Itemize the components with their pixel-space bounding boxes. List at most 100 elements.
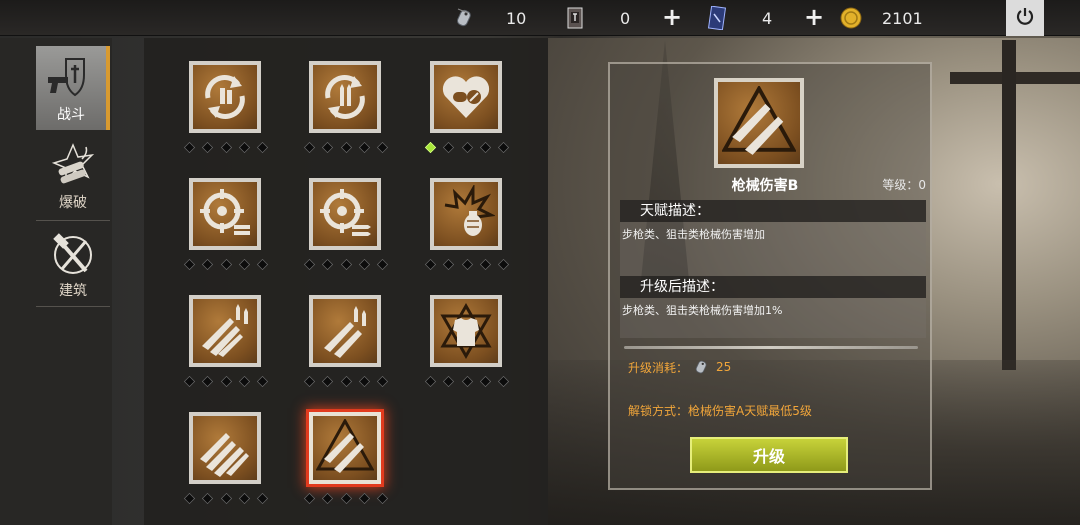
pistol-shield-icon [44, 54, 98, 104]
level-pip [220, 375, 232, 388]
talent-crosshair-rifle[interactable] [309, 178, 381, 250]
unlock-requirement: 解锁方式：枪械伤害A天赋最低5级 [628, 404, 812, 418]
level-pip [443, 375, 455, 388]
level-pip [322, 375, 334, 388]
talent-reload-rifle[interactable] [309, 61, 381, 133]
talent-level-dots [303, 492, 389, 505]
coin-count: 2101 [882, 8, 923, 28]
level-pip [183, 492, 196, 505]
detail-talent-icon-frame [714, 78, 804, 168]
tab-demolition[interactable]: 爆破 [36, 134, 110, 218]
tab-combat-label: 战斗 [57, 107, 85, 123]
level-pip [303, 258, 316, 271]
tab-building-label: 建筑 [59, 283, 87, 299]
resource-bar: 10 0 + 4 + 2101 [0, 0, 1080, 36]
level-pip [202, 492, 214, 505]
ticket-count: 0 [620, 8, 631, 28]
ticket-icon [564, 6, 586, 30]
talent-medkit[interactable] [430, 61, 502, 133]
level-pip [358, 258, 370, 271]
level-pip [358, 375, 370, 388]
talent-crosshair-pistol[interactable] [189, 178, 261, 250]
level-pip [461, 141, 473, 154]
level-pip [376, 375, 389, 388]
level-pip [497, 375, 510, 388]
upgrade-description-heading: 升级后描述： [620, 276, 926, 298]
description-heading: 天赋描述： [620, 200, 926, 222]
talent-rifles-damage[interactable] [309, 295, 381, 367]
level-pip [340, 258, 352, 271]
level-pip [340, 375, 352, 388]
tab-building[interactable]: 建筑 [36, 222, 110, 306]
level-pip [424, 141, 437, 154]
dog-tag-count: 10 [506, 8, 527, 28]
level-pip [461, 258, 473, 271]
level-pip [479, 375, 491, 388]
level-pip [497, 258, 510, 271]
level-pip [358, 141, 370, 154]
weapons-damage-b-icon [313, 416, 377, 480]
talent-level-dots [183, 375, 269, 388]
ticket-resource: 0 [564, 6, 630, 30]
tab-divider [36, 220, 110, 221]
power-button[interactable] [1006, 0, 1044, 36]
level-pip [479, 141, 491, 154]
talent-level-dots [303, 141, 389, 154]
dog-tag-icon [692, 357, 712, 377]
level-pip [202, 375, 214, 388]
upgrade-cost-label: 升级消耗： [628, 360, 689, 375]
level-pip [202, 141, 214, 154]
level-pip [183, 258, 196, 271]
weapons-damage-a-icon [193, 299, 257, 363]
level-pip [256, 258, 269, 271]
divider [624, 346, 918, 349]
crosshair-rifle-ammo-icon [313, 182, 377, 246]
upgrade-button[interactable]: 升级 [690, 437, 848, 473]
level-pip [340, 141, 352, 154]
level-pip [358, 492, 370, 505]
level-pip [443, 141, 455, 154]
power-icon [1015, 6, 1035, 30]
coin-resource: 2101 [840, 6, 923, 30]
add-tickets-button[interactable]: + [662, 4, 682, 30]
tab-combat[interactable]: 战斗 [36, 46, 110, 130]
level-pip [376, 258, 389, 271]
level-pip [238, 141, 250, 154]
add-cards-button[interactable]: + [804, 4, 824, 30]
talent-weapons-damage-c[interactable] [189, 412, 261, 484]
level-pip [303, 492, 316, 505]
level-pip [497, 141, 510, 154]
level-pip [322, 258, 334, 271]
talent-grenade[interactable] [430, 178, 502, 250]
level-pip [256, 375, 269, 388]
talent-level-dots [424, 375, 510, 388]
description-text: 步枪类、狙击类枪械伤害增加 [620, 222, 926, 276]
dynamite-icon [46, 142, 100, 192]
card-icon [706, 6, 728, 30]
level-pip [424, 375, 437, 388]
talent-body-armor[interactable] [430, 295, 502, 367]
level-pip [238, 375, 250, 388]
level-pip [220, 258, 232, 271]
medkit-heart-icon [434, 65, 498, 129]
talent-level-dots [183, 141, 269, 154]
crosshair-pistol-ammo-icon [193, 182, 257, 246]
talent-reload-pistol[interactable] [189, 61, 261, 133]
tab-divider [36, 306, 110, 307]
gold-coin-icon [840, 6, 862, 30]
rifles-damage-icon [313, 299, 377, 363]
dog-tag-icon [454, 6, 476, 30]
talent-weapons-damage-a[interactable] [189, 295, 261, 367]
background-pole [1002, 40, 1016, 370]
talent-level-dots [424, 141, 510, 154]
level-pip [202, 258, 214, 271]
level-pip [238, 258, 250, 271]
level-pip [303, 141, 316, 154]
level-pip [479, 258, 491, 271]
upgrade-cost-value: 25 [716, 360, 732, 374]
talent-level-dots [424, 258, 510, 271]
dog-tag-resource: 10 [454, 6, 526, 30]
level-pip [443, 258, 455, 271]
body-armor-icon [434, 299, 498, 363]
talent-weapons-damage-b[interactable] [309, 412, 381, 484]
